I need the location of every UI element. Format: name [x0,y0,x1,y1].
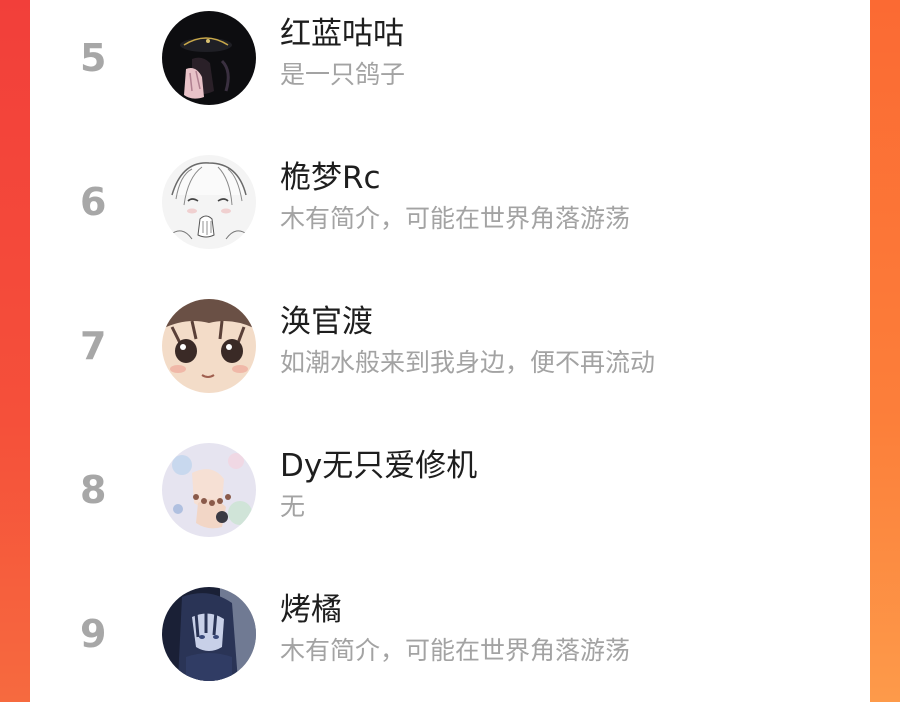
sketch-girl-avatar[interactable] [162,155,256,249]
ranking-list-item[interactable]: 9 烤橘 木有简介，可能在世界角落游荡 [30,584,870,684]
dark-blue-girl-avatar[interactable] [162,587,256,681]
rank-number: 6 [80,180,107,224]
user-bio: 是一只鸽子 [280,60,406,89]
ranking-list-item[interactable]: 6 桅梦Rc 木有简介，可能在世界角落游荡 [30,152,870,252]
background-right-edge [870,0,900,702]
user-name: Dy无只爱修机 [280,448,478,484]
rank-number: 8 [80,468,107,512]
anime-face-closeup-avatar[interactable] [162,299,256,393]
dark-hat-figure-avatar[interactable] [162,11,256,105]
user-bio: 木有简介，可能在世界角落游荡 [280,204,631,233]
user-name: 红蓝咕咕 [280,16,404,52]
background-left-edge [0,0,30,702]
user-bio: 木有简介，可能在世界角落游荡 [280,636,631,665]
user-name: 烤橘 [280,592,342,628]
ranking-list-panel: 5 红蓝咕咕 是一只鸽子 6 桅梦Rc 木有简介，可能在世界角落游荡 7 涣官渡… [30,0,870,702]
ranking-list-item[interactable]: 8 Dy无只爱修机 无 [30,440,870,540]
rank-number: 9 [80,612,107,656]
user-name: 桅梦Rc [280,160,381,196]
user-name: 涣官渡 [280,304,373,340]
user-bio: 无 [280,492,306,521]
pastel-hands-avatar[interactable] [162,443,256,537]
rank-number: 5 [80,36,107,80]
user-bio: 如潮水般来到我身边，便不再流动 [280,348,656,377]
rank-number: 7 [80,324,107,368]
ranking-list-item[interactable]: 7 涣官渡 如潮水般来到我身边，便不再流动 [30,296,870,396]
ranking-list-item[interactable]: 5 红蓝咕咕 是一只鸽子 [30,8,870,108]
